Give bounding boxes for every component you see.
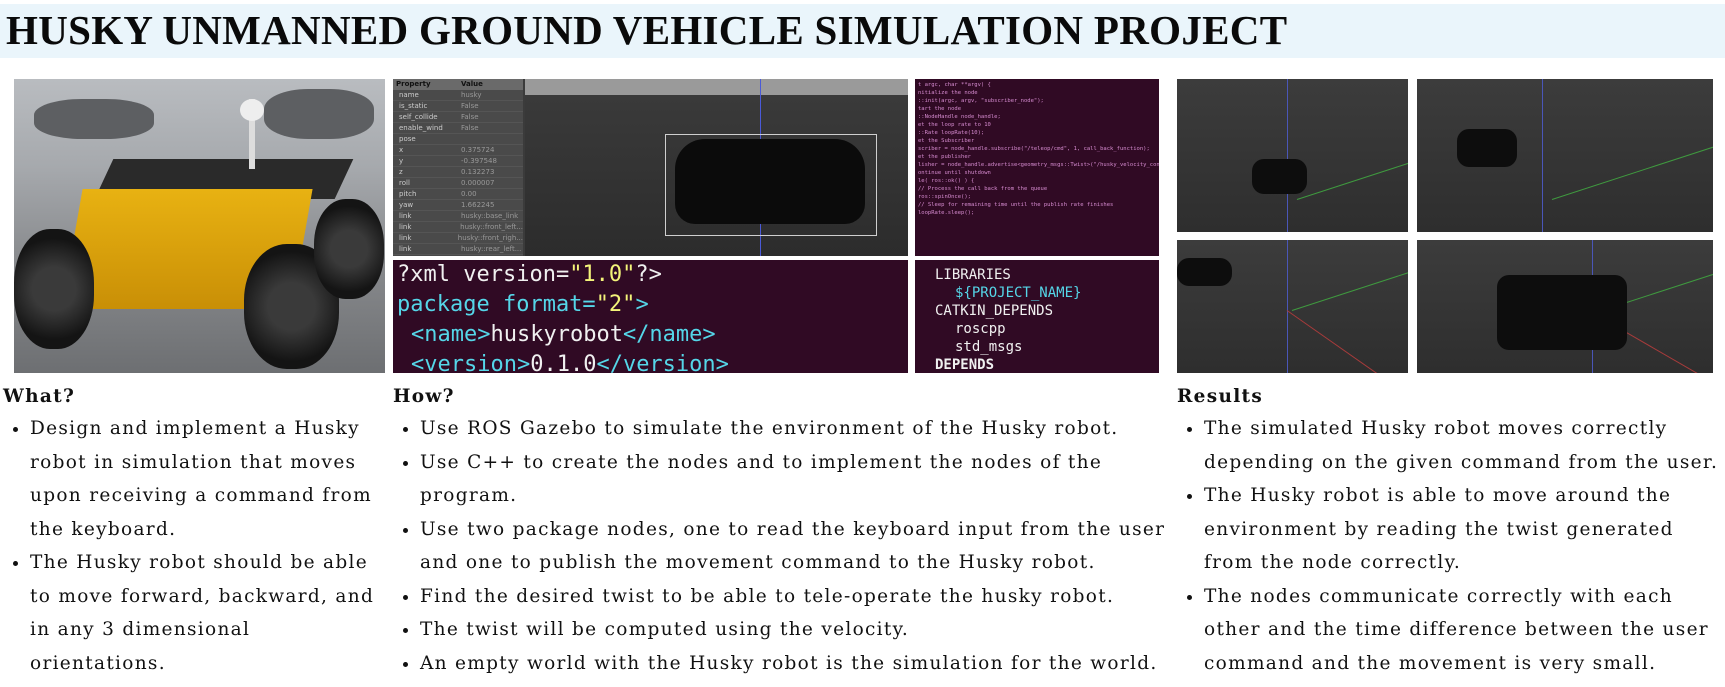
code-line: loopRate.sleep();: [918, 210, 975, 216]
list-item: An empty world with the Husky robot is t…: [420, 647, 1168, 681]
result-render-1: [1177, 79, 1408, 232]
list-item: The twist will be computed using the vel…: [420, 613, 1168, 647]
property-value: 0.375724: [461, 146, 495, 154]
cmake-code-screenshot: LIBRARIES ${PROJECT_NAME} CATKIN_DEPENDS…: [915, 260, 1159, 373]
property-value: husky::base_link: [461, 212, 519, 220]
property-row: y -0.397548: [393, 156, 523, 167]
property-value: husky::front_righ...: [457, 234, 523, 242]
property-row: link husky::base_link: [393, 211, 523, 222]
property-value: husky: [461, 91, 482, 99]
code-line: nitialize the node: [918, 90, 978, 96]
list-item: Use C++ to create the nodes and to imple…: [420, 446, 1168, 513]
property-row: x 0.375724: [393, 145, 523, 156]
property-key: enable_wind: [399, 124, 443, 132]
page-title: HUSKY UNMANNED GROUND VEHICLE SIMULATION…: [6, 7, 1288, 53]
results-section: Results The simulated Husky robot moves …: [1177, 385, 1722, 680]
gazebo-3d-view: [525, 79, 908, 256]
results-heading: Results: [1177, 386, 1264, 407]
list-item: Design and implement a Husky robot in si…: [30, 412, 383, 546]
property-row: is_static False: [393, 101, 523, 112]
list-item: Use ROS Gazebo to simulate the environme…: [420, 412, 1168, 446]
list-item: The Husky robot is able to move around t…: [1204, 479, 1722, 580]
husky-robot-photo: [14, 79, 385, 373]
property-value: -0.397548: [461, 157, 497, 165]
property-row: link husky::rear_left...: [393, 244, 523, 255]
property-value: 0.132273: [461, 168, 495, 176]
what-section: What? Design and implement a Husky robot…: [3, 385, 383, 680]
code-line: scriber = node_handle.subscribe("/teleop…: [918, 146, 1150, 152]
property-row: yaw 1.662245: [393, 200, 523, 211]
code-line: et the publisher: [918, 154, 971, 160]
result-render-4: [1417, 240, 1713, 373]
code-line: ontinue until shutdown: [918, 170, 991, 176]
code-line: // Sleep for remaining time until the pu…: [918, 202, 1114, 208]
property-key: yaw: [399, 201, 414, 209]
property-value: False: [461, 124, 479, 132]
property-key: y: [399, 157, 404, 165]
code-line: lisher = node_handle.advertise<geometry_…: [918, 162, 1159, 168]
property-key: pitch: [399, 190, 417, 198]
code-line: ::NodeHandle node_handle;: [918, 114, 1001, 120]
property-row: self_collide False: [393, 112, 523, 123]
property-value: 0.000007: [461, 179, 495, 187]
property-key: name: [399, 91, 419, 99]
property-value: husky::rear_right...: [458, 255, 524, 256]
property-key: is_static: [399, 102, 428, 110]
code-line: et the Subscriber: [918, 138, 975, 144]
property-key: self_collide: [399, 113, 438, 121]
property-key: roll: [399, 179, 410, 187]
code-line: t argc, char **argv) {: [918, 82, 991, 88]
value-header: Value: [461, 80, 483, 88]
property-row: enable_wind False: [393, 123, 523, 134]
property-row: link husky::front_left...: [393, 222, 523, 233]
property-row: linkhusky::rear_right...: [393, 255, 523, 256]
property-value: husky::rear_left...: [461, 245, 522, 253]
property-panel: Property Value name husky is_static False se…: [393, 79, 523, 256]
property-value: husky::front_left...: [460, 223, 523, 231]
package-xml-screenshot: ?xml version="1.0"?> package format="2">…: [393, 260, 908, 373]
list-item: The nodes communicate correctly with eac…: [1204, 580, 1722, 681]
property-value: 0.00: [461, 190, 477, 198]
list-item: The simulated Husky robot moves correctl…: [1204, 412, 1722, 479]
result-render-2: [1417, 79, 1713, 232]
property-row: name husky: [393, 90, 523, 101]
code-line: ::init(argc, argv, "subscriber_node");: [918, 98, 1044, 104]
property-value: False: [461, 113, 479, 121]
property-key: x: [399, 146, 404, 154]
code-line: le( ros::ok() ) {: [918, 178, 975, 184]
property-header: Property: [396, 80, 431, 88]
how-heading: How?: [393, 386, 455, 407]
property-key: link: [399, 245, 412, 253]
property-key: z: [399, 168, 403, 176]
property-row: pose: [393, 134, 523, 145]
code-line: // Process the call back from the queue: [918, 186, 1048, 192]
how-section: How? Use ROS Gazebo to simulate the envi…: [393, 385, 1168, 680]
property-key: link: [399, 223, 412, 231]
code-line: tart the node: [918, 106, 962, 112]
property-value: False: [461, 102, 479, 110]
property-key: link: [399, 212, 412, 220]
property-row: z 0.132273: [393, 167, 523, 178]
property-key: pose: [399, 135, 416, 143]
list-item: The Husky robot should be able to move f…: [30, 546, 383, 680]
gazebo-simulation-screenshot: Property Value name husky is_static False se…: [393, 79, 908, 256]
property-key: link: [393, 255, 458, 256]
property-row: pitch 0.00: [393, 189, 523, 200]
property-row: roll 0.000007: [393, 178, 523, 189]
property-value: [461, 134, 523, 144]
property-row: link husky::front_righ...: [393, 233, 523, 244]
result-render-3: [1177, 240, 1408, 373]
property-value: 1.662245: [461, 201, 495, 209]
cpp-code-screenshot: t argc, char **argv) { nitialize the node…: [915, 79, 1159, 256]
what-heading: What?: [3, 386, 76, 407]
list-item: Use two package nodes, one to read the k…: [420, 513, 1168, 580]
list-item: Find the desired twist to be able to tel…: [420, 580, 1168, 614]
code-line: ros::spinOnce();: [918, 194, 971, 200]
code-line: et the loop rate to 10: [918, 122, 991, 128]
code-line: ::Rate loopRate(10);: [918, 130, 985, 136]
property-key: link: [399, 234, 412, 242]
